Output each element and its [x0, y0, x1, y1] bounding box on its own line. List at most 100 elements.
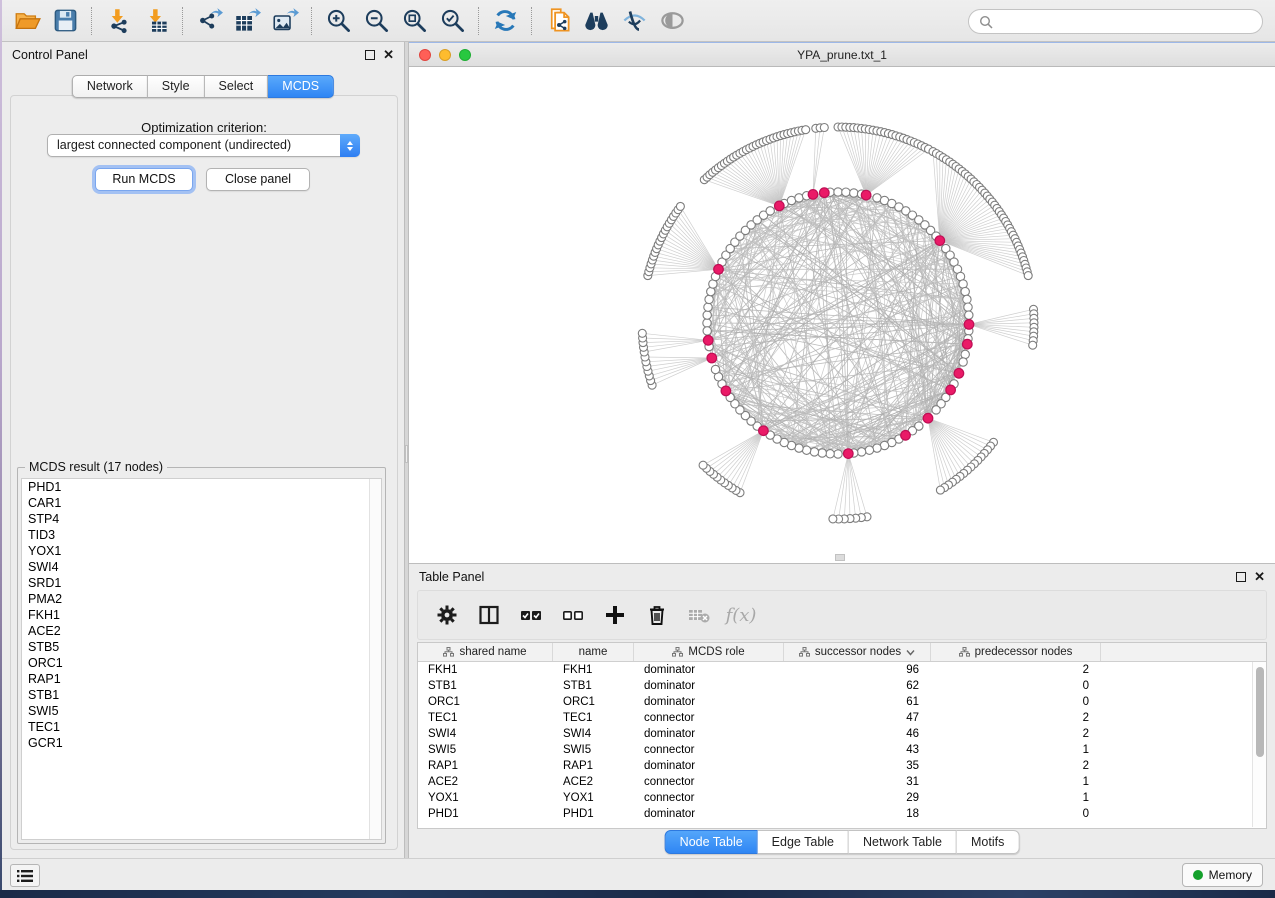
- cell-mcds_role[interactable]: connector: [634, 712, 784, 724]
- mcds-result-item[interactable]: SWI5: [22, 703, 381, 719]
- cell-successor_nodes[interactable]: 96: [784, 664, 931, 676]
- cell-mcds_role[interactable]: dominator: [634, 760, 784, 772]
- select-all-rows-button[interactable]: [516, 600, 546, 630]
- import-table-button[interactable]: [137, 4, 175, 38]
- table-row[interactable]: RAP1RAP1dominator352: [418, 758, 1252, 774]
- column-header-successor_nodes[interactable]: successor nodes: [784, 643, 931, 661]
- mcds-result-item[interactable]: YOX1: [22, 543, 381, 559]
- tab-select[interactable]: Select: [205, 75, 269, 98]
- export-network-button[interactable]: [190, 4, 228, 38]
- delete-table-button[interactable]: [684, 600, 714, 630]
- cell-shared_name[interactable]: YOX1: [418, 792, 553, 804]
- mcds-result-item[interactable]: STB5: [22, 639, 381, 655]
- save-session-button[interactable]: [46, 4, 84, 38]
- run-mcds-button[interactable]: Run MCDS: [95, 168, 193, 191]
- cell-shared_name[interactable]: ACE2: [418, 776, 553, 788]
- tab-motifs[interactable]: Motifs: [957, 830, 1019, 854]
- mcds-result-item[interactable]: PMA2: [22, 591, 381, 607]
- mcds-result-item[interactable]: SRD1: [22, 575, 381, 591]
- cell-predecessor_nodes[interactable]: 1: [931, 792, 1101, 804]
- cell-name[interactable]: FKH1: [553, 664, 634, 676]
- cell-name[interactable]: ACE2: [553, 776, 634, 788]
- cell-mcds_role[interactable]: connector: [634, 744, 784, 756]
- cell-mcds_role[interactable]: dominator: [634, 680, 784, 692]
- table-scrollbar[interactable]: [1252, 662, 1266, 827]
- cell-name[interactable]: PHD1: [553, 808, 634, 820]
- task-history-button[interactable]: [10, 864, 40, 887]
- zoom-selected-button[interactable]: [433, 4, 471, 38]
- column-header-name[interactable]: name: [553, 643, 634, 661]
- cell-mcds_role[interactable]: dominator: [634, 696, 784, 708]
- hide-selected-button[interactable]: [615, 4, 653, 38]
- cell-mcds_role[interactable]: connector: [634, 792, 784, 804]
- deselect-all-rows-button[interactable]: [558, 600, 588, 630]
- table-row[interactable]: FKH1FKH1dominator962: [418, 662, 1252, 678]
- tab-node-table[interactable]: Node Table: [665, 830, 758, 854]
- cell-successor_nodes[interactable]: 31: [784, 776, 931, 788]
- delete-columns-button[interactable]: [642, 600, 672, 630]
- cell-mcds_role[interactable]: dominator: [634, 728, 784, 740]
- tab-network[interactable]: Network: [72, 75, 148, 98]
- column-header-shared_name[interactable]: shared name: [418, 643, 553, 661]
- clone-network-button[interactable]: [539, 4, 577, 38]
- cell-shared_name[interactable]: STB1: [418, 680, 553, 692]
- cell-predecessor_nodes[interactable]: 0: [931, 696, 1101, 708]
- cell-predecessor_nodes[interactable]: 2: [931, 712, 1101, 724]
- mcds-result-item[interactable]: FKH1: [22, 607, 381, 623]
- cell-mcds_role[interactable]: dominator: [634, 808, 784, 820]
- table-row[interactable]: ACE2ACE2connector311: [418, 774, 1252, 790]
- cell-predecessor_nodes[interactable]: 0: [931, 680, 1101, 692]
- export-image-button[interactable]: [266, 4, 304, 38]
- table-row[interactable]: STB1STB1dominator620: [418, 678, 1252, 694]
- split-table-view-button[interactable]: [474, 600, 504, 630]
- cell-successor_nodes[interactable]: 35: [784, 760, 931, 772]
- cell-predecessor_nodes[interactable]: 0: [931, 808, 1101, 820]
- table-row[interactable]: YOX1YOX1connector291: [418, 790, 1252, 806]
- mcds-result-list[interactable]: PHD1CAR1STP4TID3YOX1SWI4SRD1PMA2FKH1ACE2…: [21, 478, 382, 840]
- table-row[interactable]: SWI4SWI4dominator462: [418, 726, 1252, 742]
- tab-network-table[interactable]: Network Table: [849, 830, 957, 854]
- close-view-icon[interactable]: [419, 49, 431, 61]
- table-row[interactable]: SWI5SWI5connector431: [418, 742, 1252, 758]
- column-header-predecessor_nodes[interactable]: predecessor nodes: [931, 643, 1101, 661]
- search-input[interactable]: [999, 15, 1252, 29]
- mcds-result-item[interactable]: RAP1: [22, 671, 381, 687]
- cell-shared_name[interactable]: SWI5: [418, 744, 553, 756]
- cell-name[interactable]: SWI4: [553, 728, 634, 740]
- mcds-result-item[interactable]: ORC1: [22, 655, 381, 671]
- cell-mcds_role[interactable]: connector: [634, 776, 784, 788]
- add-column-button[interactable]: [600, 600, 630, 630]
- import-network-button[interactable]: [99, 4, 137, 38]
- cell-name[interactable]: ORC1: [553, 696, 634, 708]
- table-scrollbar-thumb[interactable]: [1256, 667, 1264, 757]
- mcds-list-scrollbar[interactable]: [369, 479, 381, 839]
- optimization-criterion-select[interactable]: largest connected component (undirected): [47, 134, 360, 157]
- mcds-result-item[interactable]: ACE2: [22, 623, 381, 639]
- open-file-button[interactable]: [8, 4, 46, 38]
- refresh-view-button[interactable]: [486, 4, 524, 38]
- close-panel-icon[interactable]: ✕: [383, 50, 394, 60]
- cell-successor_nodes[interactable]: 47: [784, 712, 931, 724]
- cell-successor_nodes[interactable]: 43: [784, 744, 931, 756]
- tab-style[interactable]: Style: [148, 75, 205, 98]
- table-row[interactable]: PHD1PHD1dominator180: [418, 806, 1252, 822]
- cell-successor_nodes[interactable]: 29: [784, 792, 931, 804]
- cell-shared_name[interactable]: TEC1: [418, 712, 553, 724]
- cell-name[interactable]: TEC1: [553, 712, 634, 724]
- cell-predecessor_nodes[interactable]: 2: [931, 760, 1101, 772]
- float-panel-icon[interactable]: [365, 50, 375, 60]
- mcds-result-item[interactable]: PHD1: [22, 479, 381, 495]
- cell-successor_nodes[interactable]: 46: [784, 728, 931, 740]
- first-neighbors-button[interactable]: [577, 4, 615, 38]
- table-row[interactable]: TEC1TEC1connector472: [418, 710, 1252, 726]
- cell-predecessor_nodes[interactable]: 2: [931, 728, 1101, 740]
- cell-mcds_role[interactable]: dominator: [634, 664, 784, 676]
- mcds-result-item[interactable]: SWI4: [22, 559, 381, 575]
- cell-shared_name[interactable]: FKH1: [418, 664, 553, 676]
- mcds-result-item[interactable]: STP4: [22, 511, 381, 527]
- horizontal-splitter-grip[interactable]: [835, 554, 845, 561]
- cell-successor_nodes[interactable]: 18: [784, 808, 931, 820]
- cell-shared_name[interactable]: SWI4: [418, 728, 553, 740]
- column-header-mcds_role[interactable]: MCDS role: [634, 643, 784, 661]
- tab-mcds[interactable]: MCDS: [268, 75, 334, 98]
